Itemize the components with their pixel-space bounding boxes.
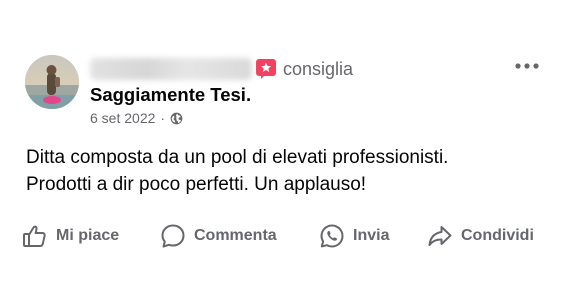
globe-icon [170, 112, 183, 125]
avatar-photo [25, 55, 79, 109]
send-button[interactable]: Invia [319, 219, 389, 253]
whatsapp-icon [319, 223, 345, 249]
meta-separator: · [160, 110, 166, 126]
recommend-icon [256, 59, 276, 79]
post-body-line: Prodotti a dir poco perfetti. Un applaus… [26, 174, 367, 195]
review-post: consiglia Saggiamente Tesi. 6 set 2022 ·… [0, 0, 563, 300]
comment-button[interactable]: Commenta [160, 219, 277, 253]
post-date[interactable]: 6 set 2022 [90, 110, 155, 126]
post-meta: 6 set 2022 · [90, 110, 183, 126]
author-name-blurred[interactable] [90, 58, 252, 80]
comment-icon [160, 223, 186, 249]
recommend-label: consiglia [283, 58, 354, 79]
comment-label: Commenta [194, 227, 277, 244]
more-horizontal-icon [515, 63, 539, 69]
share-button[interactable]: Condividi [427, 219, 534, 253]
thumbs-up-icon [22, 223, 48, 249]
avatar[interactable] [25, 55, 79, 109]
post-body: Ditta composta da un pool di elevati pro… [26, 144, 546, 198]
post-body-line: Ditta composta da un pool di elevati pro… [26, 147, 449, 168]
page-name-suffix: . [245, 84, 252, 105]
more-options-button[interactable] [510, 56, 544, 76]
post-header: consiglia [90, 56, 353, 82]
share-icon [427, 223, 453, 249]
page-name[interactable]: Saggiamente Tesi [90, 84, 246, 105]
like-label: Mi piace [56, 227, 120, 244]
action-bar: Mi piace Commenta Invia Condividi [0, 219, 563, 253]
send-label: Invia [353, 227, 390, 244]
share-label: Condividi [461, 227, 534, 244]
like-button[interactable]: Mi piace [22, 219, 119, 253]
page-name-link[interactable]: Saggiamente Tesi. [90, 84, 251, 106]
